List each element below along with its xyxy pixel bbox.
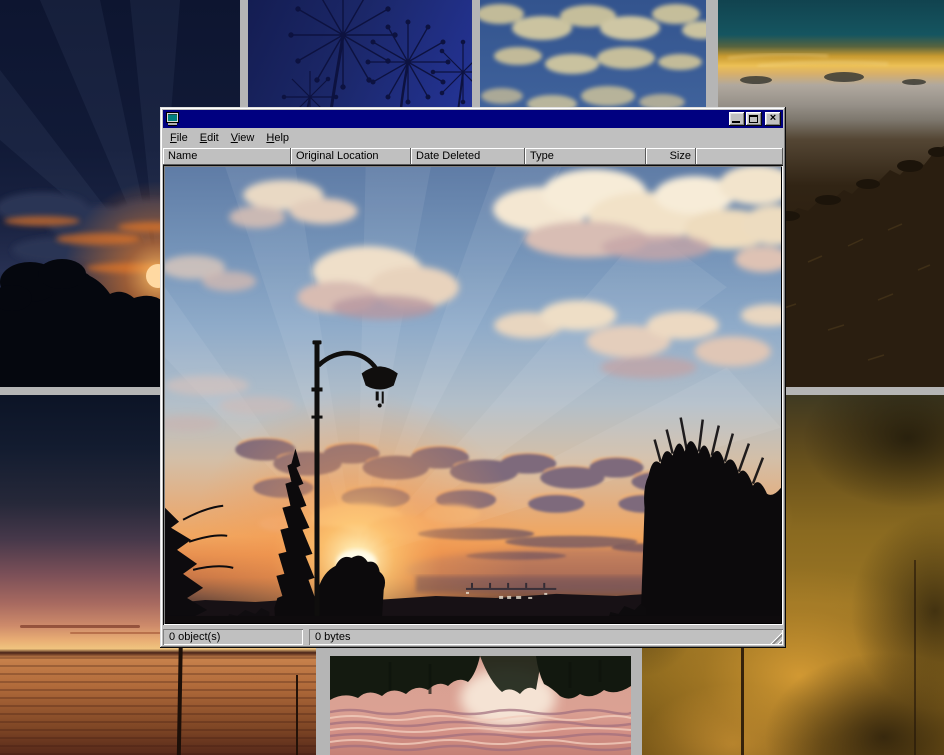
maximize-button[interactable]	[746, 112, 762, 126]
close-icon: ×	[765, 112, 781, 125]
column-header-type[interactable]: Type	[525, 148, 646, 165]
menu-help[interactable]: Help	[260, 130, 295, 146]
menu-edit-rest: dit	[207, 132, 219, 144]
menu-view-rest: iew	[238, 132, 255, 144]
water-reflection-art	[330, 656, 631, 755]
minimize-icon	[732, 121, 740, 123]
column-header-name[interactable]: Name	[163, 148, 291, 165]
status-bar: 0 object(s) 0 bytes	[163, 625, 783, 645]
window-titlebar[interactable]: ×	[163, 110, 783, 128]
sunset-lamp-art	[165, 167, 781, 623]
horizon-cloud-streak	[20, 625, 140, 628]
status-byte-count: 0 bytes	[309, 629, 783, 645]
menu-view[interactable]: View	[225, 130, 261, 146]
menu-file[interactable]: File	[164, 130, 194, 146]
recycle-bin-window: × File Edit View Help Name Original Loca…	[160, 107, 786, 648]
computer-icon[interactable]	[165, 112, 180, 126]
list-view-area[interactable]	[163, 165, 783, 625]
column-header-size[interactable]: Size	[646, 148, 696, 165]
monitor-screen	[168, 114, 177, 121]
minimize-button[interactable]	[729, 112, 745, 126]
close-button[interactable]: ×	[765, 112, 781, 126]
wallpaper-water-reflection-photo	[330, 656, 631, 755]
water-pole-silhouette	[296, 675, 298, 755]
water-ripples	[0, 657, 316, 755]
client-area-sunset-photo	[165, 167, 781, 623]
menu-file-rest: ile	[177, 132, 188, 144]
monitor-base	[168, 123, 177, 126]
column-headers: Name Original Location Date Deleted Type…	[163, 148, 783, 165]
menu-bar: File Edit View Help	[163, 128, 783, 148]
column-header-date-deleted[interactable]: Date Deleted	[411, 148, 525, 165]
stalk-silhouette	[741, 635, 744, 755]
monitor-frame	[166, 112, 179, 123]
column-header-original-location[interactable]: Original Location	[291, 148, 411, 165]
menu-file-key: F	[170, 132, 177, 144]
menu-edit[interactable]: Edit	[194, 130, 225, 146]
menu-view-key: V	[231, 132, 238, 144]
menu-edit-key: E	[200, 132, 207, 144]
maximize-icon	[749, 115, 758, 123]
status-object-count: 0 object(s)	[163, 629, 303, 645]
menu-help-rest: elp	[274, 132, 289, 144]
column-header-blank[interactable]	[696, 148, 783, 165]
stalk-silhouette	[914, 560, 916, 755]
